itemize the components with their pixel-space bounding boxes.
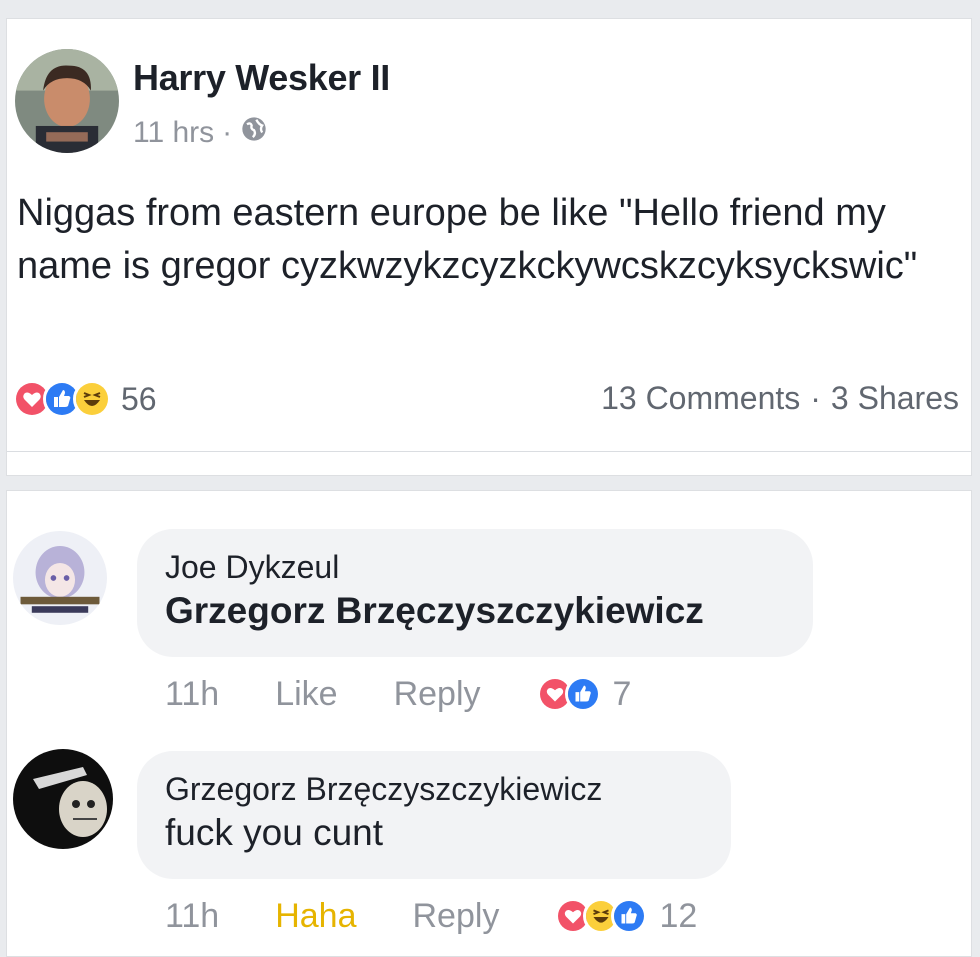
comment-actions: 11h Haha Reply 12 bbox=[165, 891, 697, 941]
reply-button[interactable]: Reply bbox=[394, 675, 481, 714]
reactions-summary[interactable]: 56 bbox=[13, 377, 157, 421]
comment-reaction-count: 7 bbox=[612, 674, 632, 713]
post-meta: 11 hrs · bbox=[133, 115, 268, 151]
comment-time[interactable]: 11h bbox=[165, 897, 219, 936]
comment-bubble: Joe Dykzeul Grzegorz Brzęczyszczykiewicz bbox=[137, 529, 813, 657]
commenter-avatar[interactable] bbox=[13, 749, 113, 849]
like-button[interactable]: Like bbox=[275, 675, 337, 714]
post-card: Harry Wesker II 11 hrs · Niggas from eas… bbox=[6, 18, 972, 476]
like-reaction-icon bbox=[564, 676, 601, 712]
comment-reactions[interactable] bbox=[536, 676, 601, 712]
comment-actions: 11h Like Reply 7 bbox=[165, 669, 631, 719]
post-text: Niggas from eastern europe be like "Hell… bbox=[17, 192, 918, 287]
comment-reaction-count: 12 bbox=[659, 896, 698, 935]
comment-time[interactable]: 11h bbox=[165, 675, 219, 714]
engagement-counts: 13 Comments · 3 Shares bbox=[601, 380, 959, 417]
comments-count[interactable]: 13 Comments bbox=[601, 380, 800, 417]
globe-icon bbox=[240, 115, 268, 151]
post-divider bbox=[7, 451, 971, 452]
like-reaction-icon bbox=[611, 898, 648, 934]
comment-text: Grzegorz Brzęczyszczykiewicz bbox=[165, 590, 704, 631]
comment-bubble: Grzegorz Brzęczyszczykiewicz fuck you cu… bbox=[137, 751, 731, 879]
comments-card: Joe Dykzeul Grzegorz Brzęczyszczykiewicz… bbox=[6, 490, 972, 957]
reaction-count: 56 bbox=[121, 380, 157, 417]
commenter-avatar[interactable] bbox=[13, 531, 107, 625]
post-time[interactable]: 11 hrs bbox=[133, 116, 214, 150]
meta-separator: · bbox=[222, 116, 233, 149]
commenter-name[interactable]: Joe Dykzeul bbox=[165, 547, 785, 587]
reply-button[interactable]: Reply bbox=[413, 897, 500, 936]
commenter-name[interactable]: Grzegorz Brzęczyszczykiewicz bbox=[165, 769, 703, 809]
author-avatar[interactable] bbox=[15, 49, 119, 153]
comment-text: fuck you cunt bbox=[165, 812, 384, 853]
haha-reaction-icon bbox=[73, 380, 111, 418]
shares-count[interactable]: 3 Shares bbox=[831, 380, 959, 417]
comment-reactions[interactable] bbox=[555, 898, 648, 934]
author-name[interactable]: Harry Wesker II bbox=[133, 57, 390, 99]
counts-separator: · bbox=[810, 380, 821, 416]
haha-button[interactable]: Haha bbox=[275, 897, 356, 936]
